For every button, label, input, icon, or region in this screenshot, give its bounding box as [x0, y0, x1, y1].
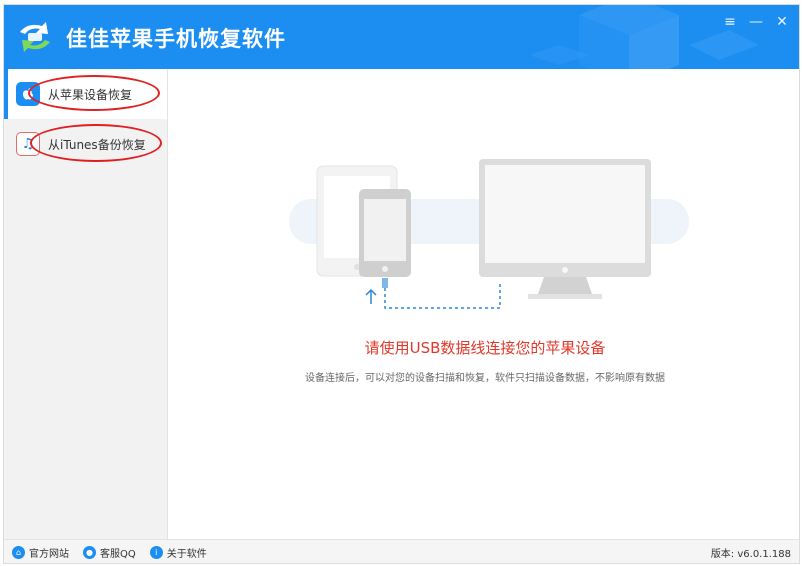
connect-instruction-subtitle: 设备连接后，可以对您的设备扫描和恢复，软件只扫描设备数据，不影响原有数据: [305, 373, 665, 384]
highlight-circle: [30, 124, 162, 162]
customer-service-qq-link[interactable]: ● 客服QQ: [83, 545, 136, 560]
connect-instruction-title: 请使用USB数据线连接您的苹果设备: [364, 339, 606, 357]
app-window: 佳佳苹果手机恢复软件 ≡ — ✕ 从苹果设备恢复 ♫ 从iTunes备份恢复 请…: [3, 4, 800, 564]
sidebar-item-itunes-recovery[interactable]: ♫ 从iTunes备份恢复: [4, 119, 167, 169]
about-software-link[interactable]: i 关于软件: [149, 545, 207, 560]
official-website-link[interactable]: ⌂ 官方网站: [12, 545, 69, 560]
window-controls: ≡ — ✕: [723, 14, 789, 30]
minimize-icon[interactable]: —: [749, 14, 763, 30]
home-icon: ⌂: [12, 546, 25, 559]
footer-link-label: 客服QQ: [100, 549, 136, 560]
sidebar: 从苹果设备恢复 ♫ 从iTunes备份恢复: [4, 69, 168, 539]
info-icon: i: [149, 546, 163, 559]
footer-link-label: 关于软件: [166, 549, 207, 560]
app-logo-icon: [20, 22, 50, 52]
status-bar: ⌂ 官方网站 ● 客服QQ i 关于软件 版本: v6.0.1.188: [4, 539, 799, 563]
footer-link-label: 官方网站: [29, 549, 69, 560]
app-title: 佳佳苹果手机恢复软件: [66, 27, 286, 51]
highlight-circle: [28, 75, 160, 111]
main-panel: 请使用USB数据线连接您的苹果设备 设备连接后，可以对您的设备扫描和恢复，软件只…: [169, 69, 799, 539]
qq-icon: ●: [83, 546, 96, 559]
version-label: 版本: v6.0.1.188: [710, 549, 791, 560]
sidebar-item-device-recovery[interactable]: 从苹果设备恢复: [4, 69, 167, 119]
title-bar: 佳佳苹果手机恢复软件 ≡ — ✕: [4, 5, 799, 69]
menu-icon[interactable]: ≡: [723, 14, 737, 30]
close-icon[interactable]: ✕: [775, 14, 789, 30]
device-connection-illustration: [289, 159, 689, 309]
